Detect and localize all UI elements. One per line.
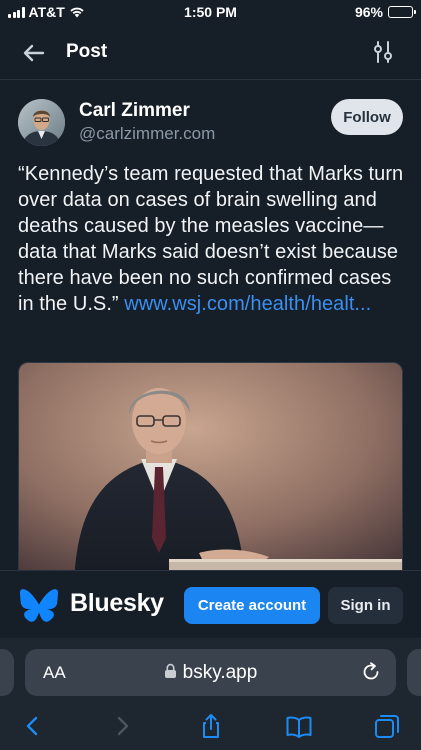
author-name[interactable]: Carl Zimmer [79, 100, 190, 122]
create-account-button[interactable]: Create account [184, 587, 320, 624]
sign-in-button[interactable]: Sign in [328, 587, 403, 624]
avatar[interactable] [18, 99, 65, 146]
post-author: Carl Zimmer @carlzimmer.com Follow [18, 97, 403, 153]
reload-icon[interactable] [360, 661, 382, 683]
lock-icon [164, 663, 176, 678]
battery-icon [388, 6, 416, 18]
next-tab-peek[interactable] [407, 649, 421, 696]
bluesky-wordmark: Bluesky [70, 589, 164, 617]
status-bar: AT&T 1:50 PM 96% [0, 0, 421, 26]
share-icon[interactable] [197, 712, 225, 740]
page-title: Post [66, 41, 108, 62]
follow-button[interactable]: Follow [331, 99, 403, 135]
browser-chrome: AA bsky.app [0, 638, 421, 750]
url-text: bsky.app [182, 662, 258, 683]
battery-percent: 96% [354, 4, 383, 20]
signup-banner: Bluesky Create account Sign in [0, 570, 421, 638]
address-bar[interactable]: AA bsky.app [25, 649, 396, 696]
chevron-right-icon[interactable] [108, 712, 136, 740]
author-handle[interactable]: @carlzimmer.com [79, 124, 215, 144]
tabs-icon[interactable] [373, 712, 401, 740]
bluesky-butterfly-icon [20, 589, 58, 622]
chevron-left-icon[interactable] [19, 712, 47, 740]
sliders-icon[interactable] [371, 40, 395, 64]
arrow-left-icon[interactable] [20, 39, 48, 67]
post-image[interactable] [18, 362, 403, 582]
status-right: 96% [354, 4, 416, 20]
post-body: “Kennedy’s team requested that Marks tur… [18, 161, 406, 317]
post-link[interactable]: www.wsj.com/health/healt... [124, 293, 371, 315]
book-icon[interactable] [285, 712, 313, 740]
previous-tab-peek[interactable] [0, 649, 14, 696]
url-field[interactable]: bsky.app [25, 662, 396, 684]
post-header: Post [0, 26, 421, 80]
browser-toolbar [0, 706, 421, 750]
